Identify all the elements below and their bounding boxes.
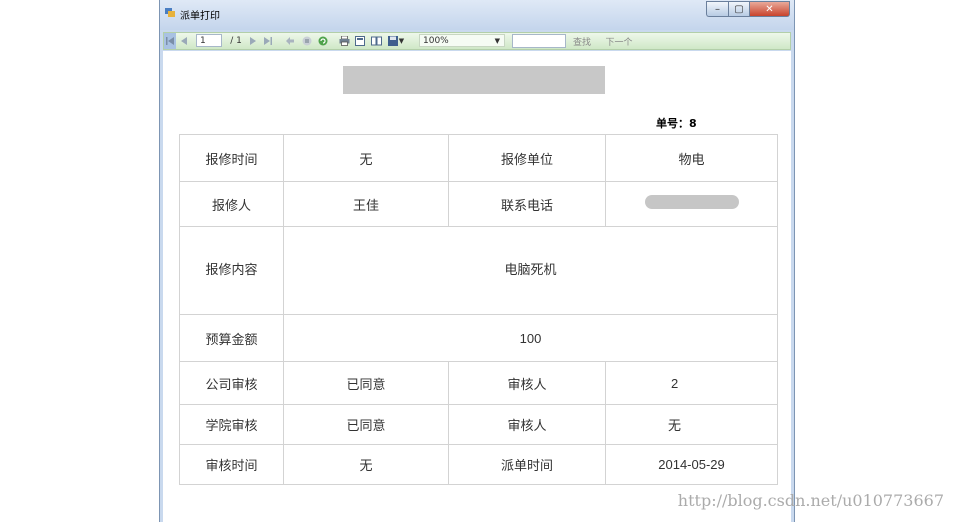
search-input[interactable]: [512, 34, 566, 48]
title-bar: 派单打印 – ▢ ✕: [160, 0, 794, 30]
review-time-value: 无: [283, 444, 449, 485]
reporter-value: 王佳: [283, 181, 449, 227]
close-button[interactable]: ✕: [750, 1, 790, 17]
chevron-down-icon: ▼: [398, 37, 405, 45]
budget-label: 预算金额: [179, 314, 284, 362]
stop-icon: [302, 36, 312, 46]
window-controls: – ▢ ✕: [706, 1, 790, 17]
blog-watermark: http://blog.csdn.net/u010773667: [677, 491, 944, 510]
next-page-button[interactable]: [248, 33, 258, 49]
report-window: 派单打印 – ▢ ✕ 1 / 1 ▼ 100% ▼ 查找 下一个 单号：8 报修…: [159, 0, 795, 522]
repair-time-value: 无: [283, 134, 449, 182]
minimize-icon: –: [715, 3, 720, 15]
repair-content-label: 报修内容: [179, 226, 284, 315]
company-reviewer-value: 2: [605, 361, 778, 405]
budget-value: 100: [283, 314, 778, 362]
report-title-redacted: [343, 66, 605, 94]
table-row: 公司审核 已同意 审核人 2: [179, 361, 778, 405]
back-button[interactable]: [284, 33, 296, 49]
table-row: 预算金额 100: [179, 314, 778, 362]
repair-time-label: 报修时间: [179, 134, 284, 182]
table-row: 报修时间 无 报修单位 物电: [179, 134, 778, 182]
report-toolbar: 1 / 1 ▼ 100% ▼ 查找 下一个: [163, 32, 791, 50]
company-reviewer-label: 审核人: [448, 361, 606, 405]
back-arrow-icon: [286, 37, 294, 45]
zoom-value: 100%: [423, 36, 449, 46]
close-icon: ✕: [765, 3, 774, 15]
college-review-label: 学院审核: [179, 404, 284, 445]
stop-button[interactable]: [300, 33, 314, 49]
print-layout-icon: [355, 36, 365, 46]
page-number-input[interactable]: 1: [196, 34, 222, 47]
redaction-blur: [644, 195, 739, 209]
find-button[interactable]: 查找: [571, 33, 593, 49]
previous-page-button[interactable]: [178, 33, 190, 49]
window-title: 派单打印: [180, 11, 220, 22]
page-total: / 1: [230, 36, 242, 46]
table-row: 报修人 王佳 联系电话: [179, 181, 778, 227]
college-reviewer-value: 无: [605, 404, 778, 445]
print-icon: [339, 36, 349, 46]
reporter-label: 报修人: [179, 181, 284, 227]
repair-form-table: 报修时间 无 报修单位 物电 报修人 王佳 联系电话 报修内容 电脑死机 预算金…: [179, 134, 778, 485]
college-review-value: 已同意: [283, 404, 449, 445]
find-next-button[interactable]: 下一个: [604, 33, 634, 49]
export-button[interactable]: ▼: [385, 33, 407, 49]
company-review-label: 公司审核: [179, 361, 284, 405]
dispatch-time-label: 派单时间: [448, 444, 606, 485]
order-number: 单号：8: [656, 117, 697, 130]
print-button[interactable]: [337, 33, 351, 49]
repair-content-value: 电脑死机: [283, 226, 778, 315]
table-row: 报修内容 电脑死机: [179, 226, 778, 315]
company-review-value: 已同意: [283, 361, 449, 405]
last-page-button[interactable]: [262, 33, 274, 49]
refresh-icon: [318, 36, 328, 46]
phone-value-redacted: [605, 181, 778, 227]
college-reviewer-label: 审核人: [448, 404, 606, 445]
table-row: 审核时间 无 派单时间 2014-05-29: [179, 444, 778, 485]
dispatch-time-value: 2014-05-29: [605, 444, 778, 485]
app-icon: [165, 8, 175, 17]
maximize-button[interactable]: ▢: [728, 1, 750, 17]
repair-unit-label: 报修单位: [448, 134, 606, 182]
minimize-button[interactable]: –: [706, 1, 728, 17]
refresh-button[interactable]: [316, 33, 330, 49]
page-setup-icon: [370, 36, 382, 46]
table-row: 学院审核 已同意 审核人 无: [179, 404, 778, 445]
page-setup-button[interactable]: [369, 33, 383, 49]
print-layout-button[interactable]: [353, 33, 367, 49]
maximize-icon: ▢: [734, 3, 744, 15]
first-page-icon: [166, 37, 174, 45]
repair-unit-value: 物电: [605, 134, 778, 182]
last-page-icon: [264, 37, 272, 45]
first-page-button[interactable]: [164, 33, 176, 49]
report-page: 单号：8 报修时间 无 报修单位 物电 报修人 王佳 联系电话 报修内容 电脑死…: [163, 51, 791, 522]
zoom-select[interactable]: 100% ▼: [419, 34, 505, 47]
zoom-dropdown-icon: ▼: [494, 37, 500, 45]
review-time-label: 审核时间: [179, 444, 284, 485]
save-disk-icon: [387, 36, 398, 46]
phone-label: 联系电话: [448, 181, 606, 227]
next-page-icon: [250, 37, 256, 45]
previous-page-icon: [181, 37, 187, 45]
